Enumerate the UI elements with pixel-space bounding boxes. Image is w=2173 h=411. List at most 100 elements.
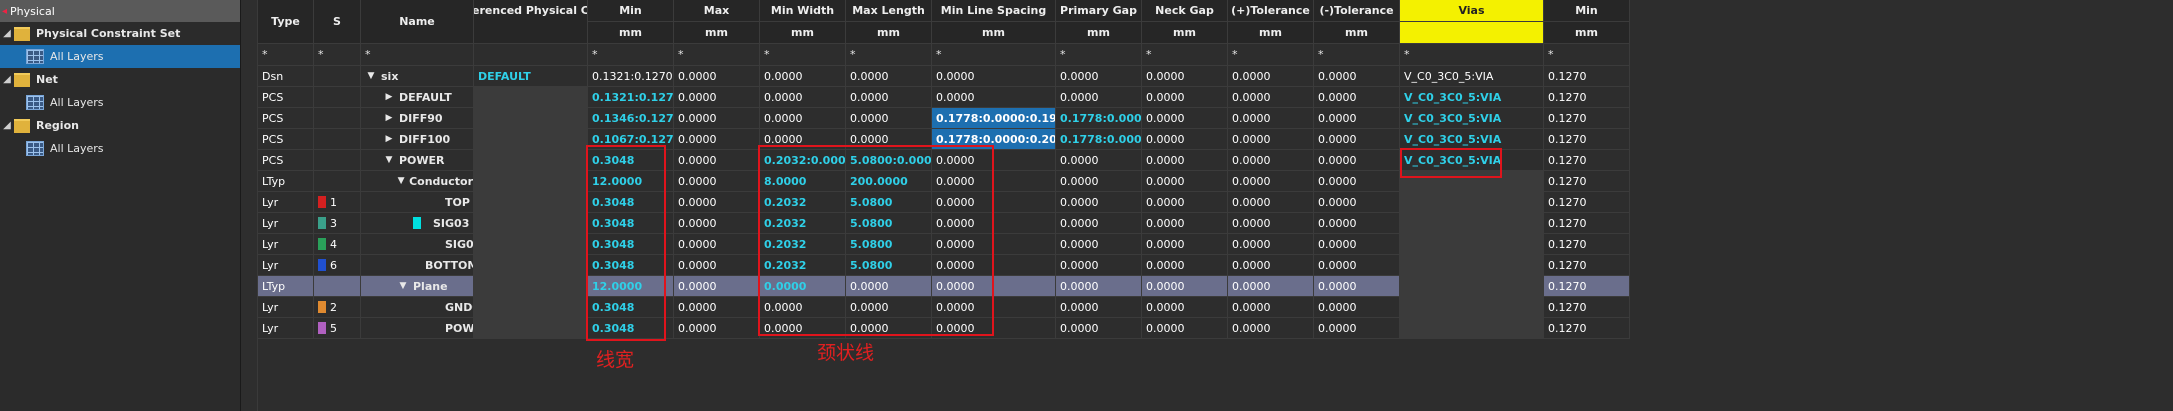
referenced-cset-cell[interactable] bbox=[474, 255, 588, 276]
value-cell[interactable]: 0.0000 bbox=[1228, 129, 1314, 150]
tree-item[interactable]: All Layers bbox=[0, 45, 240, 68]
value-cell[interactable]: 0.1270 bbox=[1544, 66, 1630, 87]
tree-item[interactable]: ◢ Region bbox=[0, 114, 240, 137]
column-header[interactable]: Min bbox=[588, 0, 674, 22]
value-cell[interactable]: V_C0_3C0_5:VIA bbox=[1400, 66, 1544, 87]
value-cell[interactable]: 0.1270 bbox=[1544, 87, 1630, 108]
referenced-cset-cell[interactable] bbox=[474, 318, 588, 339]
row-name[interactable]: ▶ DEFAULT bbox=[361, 87, 474, 108]
collapse-arrow-icon[interactable]: ▼ bbox=[365, 71, 377, 81]
value-cell[interactable]: 0.1270 bbox=[1544, 276, 1630, 297]
row-name[interactable]: ▶ DIFF90 bbox=[361, 108, 474, 129]
value-cell[interactable]: 0.0000 bbox=[674, 318, 760, 339]
value-cell[interactable] bbox=[1400, 297, 1544, 318]
column-header[interactable]: Neck Gap bbox=[1142, 0, 1228, 22]
layer-color-swatch[interactable] bbox=[318, 301, 326, 313]
value-cell[interactable]: 0.1778:0.0000:0.203... bbox=[1056, 129, 1142, 150]
value-cell[interactable]: 0.0000 bbox=[1228, 276, 1314, 297]
column-header[interactable]: (+)Tolerance bbox=[1228, 0, 1314, 22]
value-cell[interactable]: 0.0000 bbox=[932, 87, 1056, 108]
value-cell[interactable]: 0.0000 bbox=[1142, 108, 1228, 129]
value-cell[interactable]: 0.0000 bbox=[1142, 318, 1228, 339]
value-cell[interactable]: 0.0000 bbox=[674, 108, 760, 129]
value-cell[interactable] bbox=[1400, 255, 1544, 276]
referenced-cset-cell[interactable] bbox=[474, 234, 588, 255]
value-cell[interactable]: 0.0000 bbox=[674, 192, 760, 213]
value-cell[interactable]: 0.1270 bbox=[1544, 213, 1630, 234]
value-cell[interactable]: 0.1778:0.0000:0.190... bbox=[1056, 108, 1142, 129]
value-cell[interactable]: 0.0000 bbox=[1314, 150, 1400, 171]
expand-arrow-icon[interactable]: ▶ bbox=[383, 134, 395, 144]
filter-cell[interactable]: * bbox=[258, 44, 314, 66]
value-cell[interactable]: 0.0000 bbox=[674, 234, 760, 255]
value-cell[interactable]: 0.1346:0.1270:0.114... bbox=[588, 108, 674, 129]
worksheet-row[interactable]: PCS▶DIFF900.1346:0.1270:0.114...0.00000.… bbox=[258, 108, 1630, 129]
row-name[interactable]: TOP bbox=[361, 192, 474, 213]
value-cell[interactable]: 0.0000 bbox=[674, 297, 760, 318]
value-cell[interactable]: 0.0000 bbox=[1314, 276, 1400, 297]
value-cell[interactable]: 0.0000 bbox=[1056, 234, 1142, 255]
value-cell[interactable]: 0.0000 bbox=[1228, 192, 1314, 213]
collapse-arrow-icon[interactable]: ▼ bbox=[397, 176, 405, 186]
row-name[interactable]: ▼ six bbox=[361, 66, 474, 87]
column-header[interactable]: Primary Gap bbox=[1056, 0, 1142, 22]
value-cell[interactable]: 0.0000 bbox=[1228, 87, 1314, 108]
value-cell[interactable]: 0.1270 bbox=[1544, 297, 1630, 318]
expand-arrow-icon[interactable]: ▶ bbox=[383, 113, 395, 123]
referenced-cset-cell[interactable] bbox=[474, 108, 588, 129]
column-header[interactable]: Max bbox=[674, 0, 760, 22]
column-header[interactable]: Min Width bbox=[760, 0, 846, 22]
value-cell[interactable]: 0.0000 bbox=[1228, 297, 1314, 318]
referenced-cset-cell[interactable] bbox=[474, 192, 588, 213]
value-cell[interactable]: 0.1270 bbox=[1544, 171, 1630, 192]
value-cell[interactable]: 0.0000 bbox=[674, 87, 760, 108]
filter-cell[interactable]: * bbox=[1056, 44, 1142, 66]
value-cell[interactable]: 0.0000 bbox=[1056, 297, 1142, 318]
expand-triangle-icon[interactable]: ◢ bbox=[0, 74, 14, 85]
worksheet-row[interactable]: Dsn▼sixDEFAULT0.1321:0.1270:0.111...0.00… bbox=[258, 66, 1630, 87]
value-cell[interactable]: 0.0000 bbox=[760, 108, 846, 129]
value-cell[interactable]: 0.0000 bbox=[1056, 276, 1142, 297]
filter-cell[interactable]: * bbox=[674, 44, 760, 66]
column-header[interactable]: Vias bbox=[1400, 0, 1544, 22]
filter-cell[interactable]: * bbox=[361, 44, 474, 66]
expand-arrow-icon[interactable]: ▶ bbox=[383, 92, 395, 102]
filter-cell[interactable]: * bbox=[932, 44, 1056, 66]
value-cell[interactable]: 0.0000 bbox=[1314, 171, 1400, 192]
tree-item[interactable]: ◢ Physical Constraint Set bbox=[0, 22, 240, 45]
filter-cell[interactable]: * bbox=[588, 44, 674, 66]
collapse-arrow-icon[interactable]: ▼ bbox=[383, 155, 395, 165]
value-cell[interactable]: 0.0000 bbox=[1314, 192, 1400, 213]
value-cell[interactable]: 0.0000 bbox=[1228, 234, 1314, 255]
value-cell[interactable]: 0.0000 bbox=[1228, 171, 1314, 192]
filter-cell[interactable]: * bbox=[1544, 44, 1630, 66]
value-cell[interactable]: 0.0000 bbox=[1056, 255, 1142, 276]
value-cell[interactable]: 0.0000 bbox=[1228, 150, 1314, 171]
row-name[interactable]: ▼ Plane bbox=[361, 276, 474, 297]
column-header[interactable]: (-)Tolerance bbox=[1314, 0, 1400, 22]
row-name[interactable]: SIG04 bbox=[361, 234, 474, 255]
layer-color-swatch[interactable] bbox=[318, 238, 326, 250]
value-cell[interactable]: 0.1270 bbox=[1544, 234, 1630, 255]
filter-cell[interactable] bbox=[474, 44, 588, 66]
value-cell[interactable]: 0.0000 bbox=[1228, 255, 1314, 276]
filter-cell[interactable]: * bbox=[1228, 44, 1314, 66]
filter-cell[interactable]: * bbox=[1400, 44, 1544, 66]
row-name[interactable]: BOTTOM bbox=[361, 255, 474, 276]
referenced-cset-cell[interactable] bbox=[474, 297, 588, 318]
row-name[interactable]: ▼ POWER bbox=[361, 150, 474, 171]
tree-item[interactable]: All Layers bbox=[0, 137, 240, 160]
value-cell[interactable]: 0.0000 bbox=[1228, 318, 1314, 339]
value-cell[interactable]: 0.0000 bbox=[1142, 255, 1228, 276]
value-cell[interactable]: 0.0000 bbox=[1142, 297, 1228, 318]
value-cell[interactable]: 0.0000 bbox=[1314, 234, 1400, 255]
row-name[interactable]: ▼ Conductor bbox=[361, 171, 474, 192]
expand-triangle-icon[interactable]: ◢ bbox=[0, 28, 14, 39]
layer-color-swatch[interactable] bbox=[318, 259, 326, 271]
value-cell[interactable]: 0.0000 bbox=[1056, 66, 1142, 87]
value-cell[interactable]: 0.1778:0.0000:0.1905:0.0000:0... bbox=[932, 108, 1056, 129]
value-cell[interactable]: 0.0000 bbox=[674, 255, 760, 276]
referenced-cset-cell[interactable] bbox=[474, 129, 588, 150]
value-cell[interactable] bbox=[1400, 192, 1544, 213]
value-cell[interactable]: 0.0000 bbox=[1142, 276, 1228, 297]
